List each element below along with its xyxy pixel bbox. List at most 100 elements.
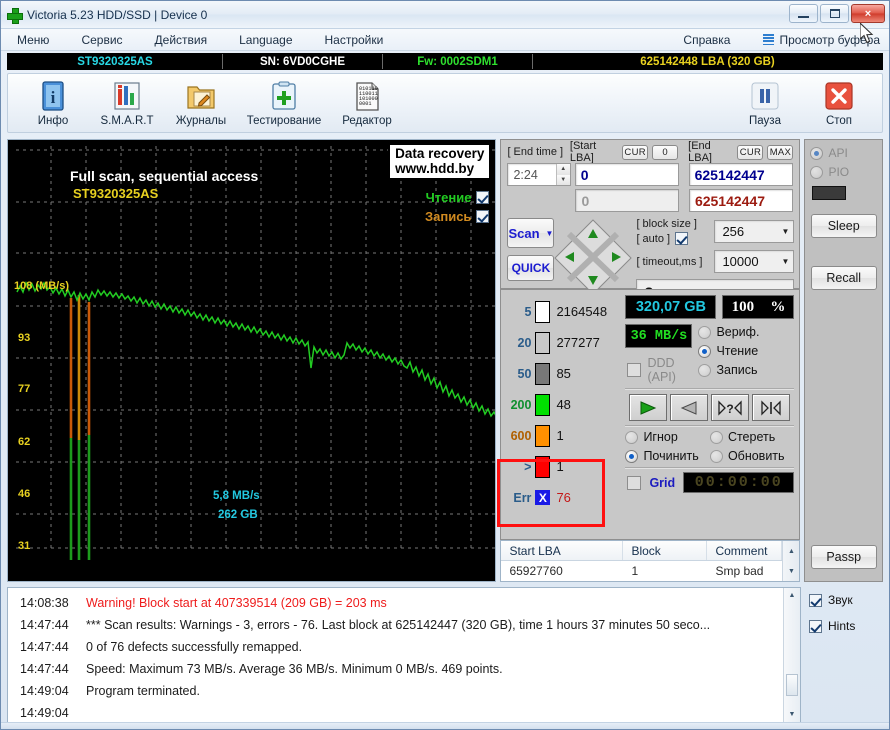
hints-option[interactable]: Hints	[809, 619, 883, 633]
scroll-up-icon[interactable]: ▲	[784, 588, 800, 603]
toolbar-button-logs[interactable]: Журналы	[164, 78, 238, 127]
defect-table-scrollbar[interactable]: ▲ ▼	[782, 541, 800, 581]
buffer-view-button[interactable]: Просмотр буфера	[758, 33, 885, 47]
rail-pio-radio[interactable]	[810, 165, 824, 179]
action-repair-radio[interactable]	[625, 449, 639, 463]
scan-button[interactable]: Scan ▼	[507, 218, 555, 248]
action-repair[interactable]: Починить	[625, 449, 710, 463]
scroll-down-icon[interactable]: ▼	[783, 561, 799, 581]
mode-read[interactable]: Чтение	[698, 344, 794, 358]
toolbar-button-smart[interactable]: S.M.A.R.T	[90, 78, 164, 127]
toolbar-button-testing[interactable]: Тестирование	[238, 78, 330, 127]
end-time-stepper[interactable]: 2:24 ▲ ▼	[507, 163, 571, 186]
log-scrollbar[interactable]: ▲ ▼	[783, 588, 800, 722]
log-area: 14:08:38 Warning! Block start at 4073395…	[7, 587, 883, 723]
graph-write-checkbox[interactable]	[476, 210, 490, 223]
legend-swatch-600	[535, 424, 551, 447]
rail-api-option[interactable]: API	[810, 146, 877, 160]
grid-checkbox[interactable]	[627, 475, 642, 490]
scroll-up-icon[interactable]: ▲	[783, 541, 799, 561]
scan-parameters-panel: [ End time ] [Start LBA] CUR 0 [End LBA]…	[500, 139, 801, 304]
clipboard-plus-icon	[264, 80, 304, 114]
navigation-dpad[interactable]	[554, 218, 633, 296]
menu-bar-right: Справка Просмотр буфера	[667, 33, 885, 47]
rail-pio-option[interactable]: PIO	[810, 165, 877, 179]
log-message: Program terminated.	[86, 684, 200, 698]
start-lba-zero-button[interactable]: 0	[652, 144, 679, 160]
menu-item-language[interactable]: Language	[223, 33, 308, 47]
start-lba-input[interactable]: 0	[574, 163, 679, 186]
list-item: 14:08:38 Warning! Block start at 4073395…	[8, 592, 783, 614]
scroll-thumb[interactable]	[786, 674, 798, 696]
toolbar-button-pause[interactable]: Пауза	[728, 78, 802, 127]
status-bar	[1, 722, 889, 729]
action-erase[interactable]: Стереть	[709, 430, 795, 444]
mode-write[interactable]: Запись	[698, 363, 794, 377]
hints-checkbox[interactable]	[809, 619, 822, 633]
graph-readwrite-toggles: Чтение Запись	[425, 190, 490, 228]
maximize-button[interactable]	[820, 4, 849, 23]
menu-item-settings[interactable]: Настройки	[309, 33, 400, 47]
legend-swatch-50	[535, 362, 551, 385]
sound-option[interactable]: Звук	[809, 593, 883, 607]
auto-checkbox[interactable]	[675, 232, 689, 245]
action-ignore-radio[interactable]	[625, 430, 639, 444]
sleep-button[interactable]: Sleep	[810, 214, 877, 238]
block-size-select[interactable]: 256 ▼	[714, 220, 795, 243]
toolbar-button-info[interactable]: i Инфо	[16, 78, 90, 127]
table-row[interactable]: 65927760 1 Smp bad	[501, 561, 782, 581]
mode-read-label: Чтение	[716, 344, 759, 358]
minimize-button[interactable]	[789, 4, 818, 23]
end-lba-input[interactable]: 625142447	[688, 163, 794, 186]
quick-button[interactable]: QUICK	[507, 255, 555, 281]
play-backward-button[interactable]	[670, 394, 709, 421]
minimize-icon	[798, 15, 809, 18]
graph-read-toggle[interactable]: Чтение	[425, 190, 490, 205]
capacity-display: 320,07 GB	[625, 295, 717, 319]
drive-firmware: Fw: 0002SDM1	[383, 54, 533, 69]
recall-button[interactable]: Recall	[810, 266, 877, 290]
rail-api-radio[interactable]	[810, 146, 824, 160]
menu-item-service[interactable]: Сервис	[65, 33, 138, 47]
seek-question-button[interactable]: ?	[711, 394, 750, 421]
ddd-checkbox[interactable]	[627, 363, 642, 377]
graph-write-toggle[interactable]: Запись	[425, 209, 490, 224]
action-erase-radio[interactable]	[709, 430, 723, 444]
seek-end-button[interactable]	[752, 394, 791, 421]
defect-table[interactable]: Start LBA Block Comment 65927760 1 Smp b…	[500, 540, 801, 582]
sound-checkbox[interactable]	[809, 593, 822, 607]
toolbar-button-stop[interactable]: Стоп	[802, 78, 876, 127]
menu-item-help[interactable]: Справка	[667, 33, 746, 47]
mode-verify[interactable]: Вериф.	[698, 325, 794, 339]
menu-item-actions[interactable]: Действия	[139, 33, 224, 47]
action-refresh-radio[interactable]	[709, 449, 723, 463]
close-button[interactable]: ×	[851, 4, 885, 23]
toolbar-button-editor[interactable]: 010110 110011 101000 0001 Редактор	[330, 78, 404, 127]
graph-read-checkbox[interactable]	[476, 191, 490, 204]
mode-read-radio[interactable]	[698, 344, 712, 358]
end-time-spin-arrows[interactable]: ▲ ▼	[555, 164, 570, 185]
mode-verify-radio[interactable]	[698, 325, 712, 339]
rail-indicator	[812, 186, 847, 200]
percent-value: 100	[731, 298, 755, 315]
mode-write-radio[interactable]	[698, 363, 712, 377]
passport-button[interactable]: Passp	[810, 545, 877, 569]
start-lba-current: 0	[575, 189, 679, 212]
action-refresh[interactable]: Обновить	[709, 449, 795, 463]
scroll-down-icon[interactable]: ▼	[784, 707, 800, 722]
scan-graph[interactable]: 108 (MB/s) 93 77 62 46 31 15 0 43G 85G 1…	[7, 139, 497, 582]
action-ignore[interactable]: Игнор	[625, 430, 710, 444]
timeout-select[interactable]: 10000 ▼	[714, 250, 795, 273]
end-lba-cur-button[interactable]: CUR	[737, 144, 764, 160]
end-lba-max-button[interactable]: MAX	[767, 144, 794, 160]
start-lba-cur-button[interactable]: CUR	[622, 144, 649, 160]
list-item: 14:49:04	[8, 702, 783, 722]
log-message: 0 of 76 defects successfully remapped.	[86, 640, 303, 654]
log-box[interactable]: 14:08:38 Warning! Block start at 4073395…	[7, 587, 801, 723]
toolbar-label-testing: Тестирование	[246, 115, 322, 127]
scan-dropdown-icon[interactable]: ▼	[546, 229, 554, 238]
menu-item-menu[interactable]: Меню	[1, 33, 65, 47]
legend-count-5: 2164548	[556, 304, 608, 319]
play-forward-button[interactable]	[629, 394, 668, 421]
chevron-down-icon: ▼	[781, 257, 790, 266]
